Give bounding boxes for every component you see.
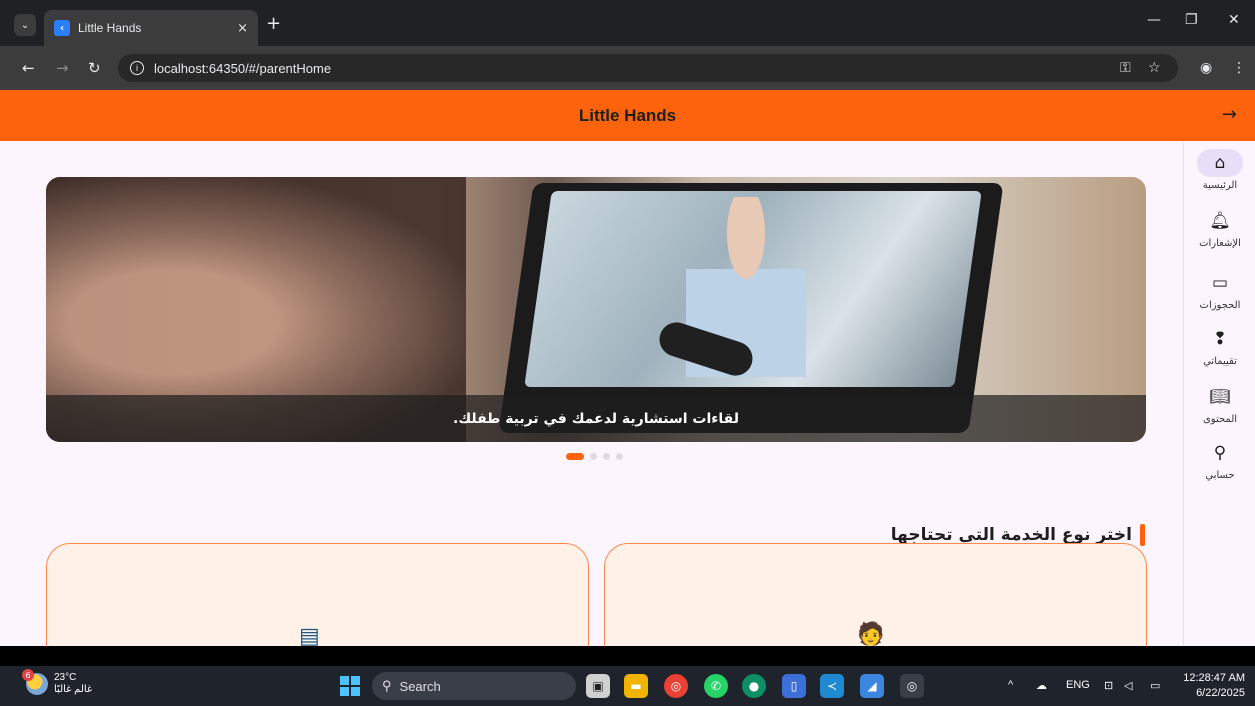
chrome-active-icon[interactable]: ◎ — [900, 674, 924, 698]
menu-icon[interactable]: ⋮ — [1232, 60, 1246, 76]
calendar-icon: ▭ — [1211, 273, 1229, 293]
key-icon[interactable]: ⚿ — [1120, 60, 1131, 76]
weather-widget[interactable]: 6 23°C غالم غالبًا — [22, 669, 93, 696]
tray-chevron-icon[interactable]: ^ — [1008, 679, 1013, 691]
forward-icon[interactable]: → — [56, 59, 69, 77]
rail-item-account[interactable]: ⚲ حسابي — [1184, 439, 1255, 481]
browser-tab-bar: ⌄ ‹ Little Hands × + — ❐ ✕ — [0, 0, 1255, 46]
app-bar: Little Hands → — [0, 90, 1255, 141]
minimize-icon[interactable]: — — [1147, 12, 1161, 28]
star-icon[interactable]: ☆ — [1148, 60, 1161, 76]
new-tab-button[interactable]: + — [266, 14, 281, 34]
rail-item-notifications[interactable]: 🔔︎ الإشعارات — [1184, 207, 1255, 249]
reload-icon[interactable]: ↻ — [88, 59, 101, 77]
profile-icon[interactable]: ◉ — [1200, 60, 1212, 76]
restore-icon[interactable]: ❐ — [1185, 12, 1198, 28]
photos-icon[interactable]: ◢ — [860, 674, 884, 698]
person-icon: ⚲ — [1213, 443, 1227, 463]
feedback-icon: ❢ — [1212, 329, 1228, 349]
rail-item-ratings[interactable]: ❢ تقييماتي — [1184, 325, 1255, 367]
service-card-specialist[interactable]: 🧑 — [604, 543, 1147, 646]
weather-icon: 6 — [22, 669, 48, 695]
rail-item-content[interactable]: 📖︎ المحتوى — [1184, 383, 1255, 425]
clock-time: 12:28:47 AM — [1183, 672, 1245, 684]
search-icon: ⚲ — [382, 678, 392, 693]
tab-title: Little Hands — [78, 21, 142, 35]
tab-menu-icon[interactable]: ⌄ — [14, 14, 36, 36]
app-title: Little Hands — [578, 105, 677, 125]
weather-temp: 23°C — [54, 672, 77, 683]
rail-item-label: الإشعارات — [1199, 238, 1241, 249]
bell-icon: 🔔︎ — [1209, 211, 1231, 231]
book-icon: 📖︎ — [1209, 387, 1231, 407]
taskbar-clock[interactable]: 12:28:47 AM 6/22/2025 — [1183, 671, 1245, 701]
banner-caption: لقاءات استشارية لدعمك في تربية طفلك. — [46, 395, 1146, 442]
carousel-dot[interactable] — [616, 453, 623, 460]
carousel-indicator — [566, 453, 623, 460]
tab-close-icon[interactable]: × — [237, 21, 248, 36]
rail-item-label: الحجوزات — [1199, 300, 1241, 311]
weather-desc: غالم غالبًا — [54, 684, 93, 695]
arrow-forward-icon[interactable]: → — [1222, 104, 1237, 125]
search-placeholder: Search — [399, 678, 441, 694]
carousel-dot[interactable] — [603, 453, 610, 460]
clock-date: 6/22/2025 — [1196, 687, 1245, 699]
rail-item-label: حسابي — [1205, 470, 1235, 481]
rail-item-label: المحتوى — [1202, 414, 1238, 425]
mongodb-icon[interactable]: ● — [742, 674, 766, 698]
network-icon[interactable]: ⊡ — [1104, 679, 1113, 692]
carousel-dot[interactable] — [566, 453, 584, 460]
back-icon[interactable]: ← — [22, 59, 35, 77]
windows-taskbar: 6 23°C غالم غالبًا ⚲ Search ▣ ▬ ◎ ✆ ● ▯ … — [0, 666, 1255, 706]
address-bar[interactable]: i localhost:64350/#/parentHome — [118, 54, 1178, 82]
file-explorer-icon[interactable]: ▬ — [624, 674, 648, 698]
carousel-banner[interactable]: لقاءات استشارية لدعمك في تربية طفلك. — [46, 177, 1146, 442]
vscode-icon[interactable]: ≺ — [820, 674, 844, 698]
home-icon: ⌂ — [1197, 149, 1243, 177]
rail-item-label: تقييماتي — [1203, 356, 1237, 367]
weather-badge: 6 — [22, 669, 34, 681]
whatsapp-icon[interactable]: ✆ — [704, 674, 728, 698]
section-accent-bar — [1140, 524, 1145, 546]
start-button[interactable] — [340, 676, 360, 696]
language-indicator[interactable]: ENG — [1066, 679, 1090, 691]
chrome-icon[interactable]: ◎ — [664, 674, 688, 698]
browser-toolbar: ← → ↻ i localhost:64350/#/parentHome ⚿ ☆… — [0, 46, 1255, 90]
volume-icon[interactable]: ◁ — [1124, 679, 1132, 692]
app-viewport: Little Hands → لقاءات استشارية لدعمك في … — [0, 90, 1255, 646]
flutter-favicon-icon: ‹ — [54, 20, 70, 36]
onedrive-icon[interactable]: ☁ — [1036, 679, 1047, 692]
info-icon[interactable]: i — [130, 61, 144, 75]
rail-item-bookings[interactable]: ▭ الحجوزات — [1184, 269, 1255, 311]
battery-icon[interactable]: ▭ — [1150, 679, 1160, 692]
specialist-avatar-icon: 🧑 — [857, 622, 885, 646]
taskbar-search[interactable]: ⚲ Search — [372, 672, 576, 700]
service-card-content[interactable]: ▤ — [46, 543, 589, 646]
carousel-dot[interactable] — [590, 453, 597, 460]
url-text: localhost:64350/#/parentHome — [154, 60, 332, 76]
navigation-rail: ⌂ الرئيسية 🔔︎ الإشعارات ▭ الحجوزات ❢ تقي… — [1183, 141, 1255, 646]
task-view-icon[interactable]: ▣ — [586, 674, 610, 698]
close-icon[interactable]: ✕ — [1228, 12, 1240, 28]
rail-item-label: الرئيسية — [1202, 180, 1238, 191]
rail-item-home[interactable]: ⌂ الرئيسية — [1184, 149, 1255, 191]
chat-content-icon: ▤ — [299, 624, 320, 646]
app-icon[interactable]: ▯ — [782, 674, 806, 698]
browser-tab[interactable]: ‹ Little Hands × — [44, 10, 258, 46]
section-title-text: اختر نوع الخدمة التي تحتاجها — [890, 525, 1132, 545]
